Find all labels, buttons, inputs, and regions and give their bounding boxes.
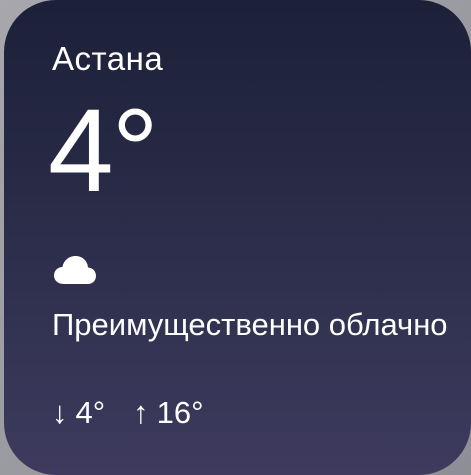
weather-condition: Преимущественно облачно xyxy=(52,307,448,342)
high-temperature: 16° xyxy=(156,395,204,430)
current-temperature: 4° xyxy=(48,85,159,217)
low-temperature: 4° xyxy=(75,395,106,430)
weather-widget[interactable]: Астана 4° Преимущественно облачно ↓ 4° ↑… xyxy=(4,0,471,475)
temperature-range: ↓ 4° ↑ 16° xyxy=(52,395,204,431)
city-name: Астана xyxy=(52,40,164,77)
arrow-up-icon: ↑ xyxy=(133,395,149,430)
arrow-down-icon: ↓ xyxy=(52,395,68,430)
cloud-icon xyxy=(54,256,96,284)
